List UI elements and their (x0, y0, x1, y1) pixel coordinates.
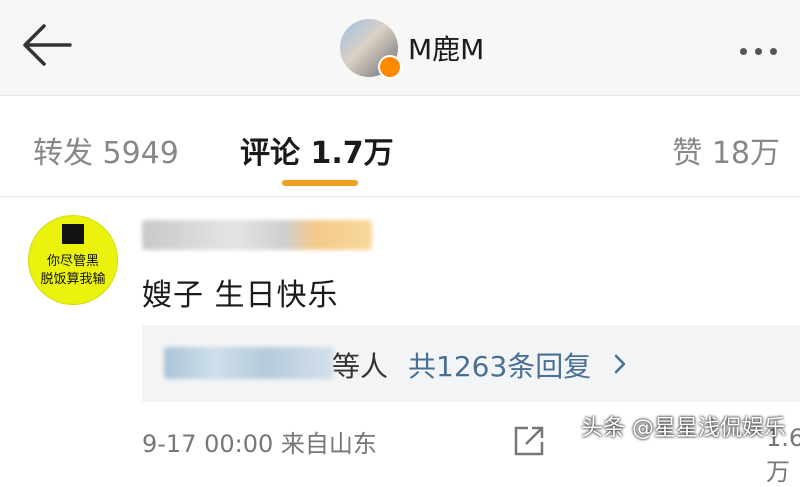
tab-repost[interactable]: 转发 5949 (33, 128, 179, 172)
more-dots-icon[interactable] (740, 40, 790, 55)
tab-comments[interactable]: 评论 1.7万 (240, 128, 394, 172)
replies-preview[interactable]: 等人 共1263条回复 (142, 325, 800, 402)
author-name[interactable]: M鹿M (408, 28, 484, 68)
tab-likes[interactable]: 赞 18万 (672, 128, 780, 172)
verified-badge-icon (378, 55, 402, 79)
comment-meta: 9-17 00:00 来自山东 (142, 430, 377, 458)
active-tab-indicator (282, 180, 358, 186)
post-author[interactable]: M鹿M (340, 18, 484, 79)
chevron-right-icon[interactable] (612, 353, 628, 375)
avatar[interactable] (340, 19, 402, 79)
blurred-commenter-name (142, 220, 372, 250)
engagement-tabs: 转发 5949 评论 1.7万 赞 18万 (0, 96, 800, 197)
top-nav-bar: M鹿M (0, 0, 800, 96)
blurred-reply-names (164, 347, 334, 379)
arrow-left-icon[interactable] (20, 20, 80, 70)
watermark: 头条 @星星浅侃娱乐 (581, 416, 786, 441)
avatar-caption-line2: 脱饭算我输 (40, 272, 106, 287)
avatar-caption-line1: 你尽管黑 (46, 254, 99, 269)
view-replies-link[interactable]: 共1263条回复 (408, 345, 591, 385)
commenter-avatar[interactable]: 你尽管黑 脱饭算我输 (28, 215, 118, 305)
lightning-logo-icon (62, 224, 84, 244)
comment-text: 嫂子 生日快乐 (142, 278, 339, 313)
reply-suffix: 等人 (332, 350, 389, 383)
share-icon[interactable] (512, 424, 546, 458)
